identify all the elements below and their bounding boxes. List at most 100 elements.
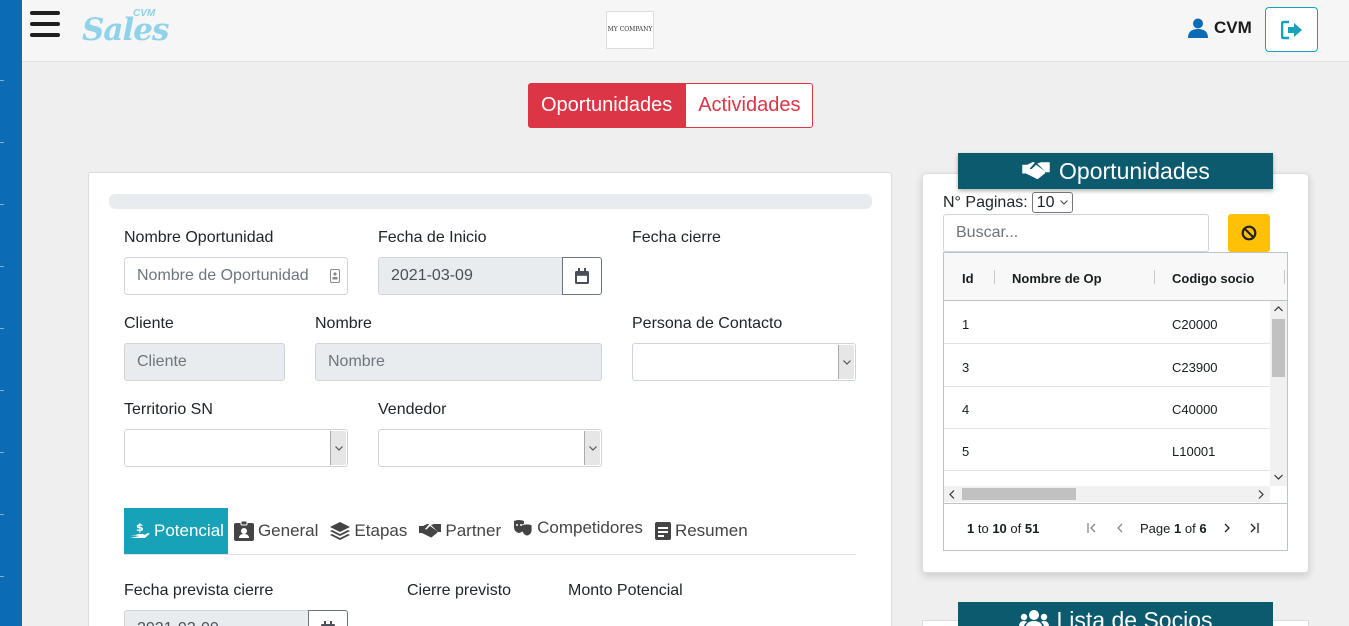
cell-codigo: L10001 <box>1172 444 1216 459</box>
users-icon <box>1018 610 1049 626</box>
vendedor-select[interactable] <box>378 429 602 467</box>
hand-holding-dollar-icon: $ <box>130 522 150 538</box>
theater-masks-icon <box>514 519 533 536</box>
top-navbar: Sales CVM MY COMPANY CVM <box>22 0 1349 62</box>
fecha-prevista-input[interactable]: 2021-03-09 <box>124 610 310 626</box>
cell-codigo: C40000 <box>1172 402 1218 417</box>
scroll-down-icon <box>1274 474 1283 480</box>
tab-general[interactable]: General <box>228 508 324 554</box>
nombre-label: Nombre <box>315 315 372 332</box>
table-pagination: 1 to 10 of 51 Page 1 of 6 <box>944 503 1287 551</box>
ban-icon <box>1241 225 1257 241</box>
table-row[interactable]: 1 C20000 <box>944 302 1270 344</box>
row-to: 10 <box>992 521 1007 536</box>
tab-potencial[interactable]: $ Potencial <box>124 507 228 554</box>
page-of-word: of <box>1184 521 1196 536</box>
detail-tabs: $ Potencial General Etapas Partner Compe… <box>124 507 856 555</box>
clear-search-button[interactable] <box>1228 214 1270 252</box>
tab-resumen-label: Resumen <box>674 520 748 540</box>
tab-partner[interactable]: Partner <box>413 508 507 554</box>
last-page-icon[interactable] <box>1249 523 1259 533</box>
page-word: Page <box>1140 521 1171 536</box>
calendar-icon <box>321 621 335 626</box>
logo-text: Sales <box>82 12 169 48</box>
monto-potencial-label: Monto Potencial <box>568 582 683 599</box>
table-row[interactable]: 4 C40000 <box>944 387 1270 429</box>
app-logo[interactable]: Sales CVM <box>82 6 169 54</box>
table-horizontal-scrollbar[interactable] <box>944 486 1270 502</box>
tab-resumen[interactable]: Resumen <box>649 508 754 554</box>
page-size-select[interactable]: 10 <box>1031 192 1074 213</box>
socios-list-header: Lista de Socios <box>958 602 1273 626</box>
table-row[interactable]: 3 C23900 <box>944 345 1270 387</box>
fecha-inicio-input[interactable]: 2021-03-09 <box>378 257 564 295</box>
progress-bar <box>109 194 872 209</box>
svg-text:$: $ <box>136 522 144 534</box>
username: CVM <box>1214 18 1252 37</box>
to-word: to <box>977 521 989 536</box>
current-page: 1 <box>1174 521 1182 536</box>
fecha-inicio-calendar-button[interactable] <box>562 257 602 295</box>
tab-competidores[interactable]: Competidores <box>507 505 649 551</box>
logo-small-text: CVM <box>133 8 156 19</box>
scroll-left-icon <box>949 490 955 499</box>
opportunities-list-title: Oportunidades <box>1059 157 1210 184</box>
cliente-label: Cliente <box>124 315 174 332</box>
vertical-scroll-thumb[interactable] <box>1272 319 1285 377</box>
nombre-oportunidad-placeholder: Nombre de Oportunidad <box>137 267 309 284</box>
column-header-nombre[interactable]: Nombre de Op <box>1012 271 1102 286</box>
cliente-input[interactable]: Cliente <box>124 343 285 381</box>
nombre-oportunidad-input[interactable]: Nombre de Oportunidad <box>124 257 348 295</box>
actividades-toggle-button[interactable]: Actividades <box>685 83 814 128</box>
scroll-up-icon <box>1274 306 1283 312</box>
socios-list-title: Lista de Socios <box>1056 606 1213 626</box>
left-sidebar-strip <box>0 0 22 626</box>
opportunities-list-header: Oportunidades <box>958 153 1273 189</box>
row-summary: 1 to 10 of 51 <box>967 521 1039 536</box>
tab-etapas[interactable]: Etapas <box>324 508 413 554</box>
territorio-select[interactable] <box>124 429 348 467</box>
column-header-codigo[interactable]: Codigo socio <box>1172 271 1254 286</box>
tab-competidores-label: Competidores <box>537 517 643 537</box>
table-vertical-scrollbar[interactable] <box>1270 301 1287 486</box>
opportunity-form-card: Nombre Oportunidad Nombre de Oportunidad… <box>88 172 892 626</box>
user-menu[interactable]: CVM <box>1188 18 1252 38</box>
fecha-cierre-label: Fecha cierre <box>632 229 721 246</box>
chevron-down-icon <box>584 431 600 465</box>
calendar-icon <box>575 268 589 284</box>
nombre-oportunidad-label: Nombre Oportunidad <box>124 229 274 246</box>
chevron-down-icon <box>1060 200 1069 205</box>
next-page-icon[interactable] <box>1223 523 1231 533</box>
cell-id: 1 <box>962 317 970 332</box>
file-alt-icon <box>654 521 671 540</box>
scroll-right-icon <box>1258 490 1264 499</box>
hamburger-menu-icon[interactable] <box>30 11 60 37</box>
company-logo: MY COMPANY <box>606 11 654 49</box>
oportunidades-toggle-button[interactable]: Oportunidades <box>528 83 686 128</box>
logout-button[interactable] <box>1265 7 1318 52</box>
cierre-previsto-label: Cierre previsto <box>407 582 512 599</box>
table-header: Id Nombre de Op Codigo socio <box>944 253 1287 301</box>
logout-icon <box>1280 20 1302 39</box>
page-summary: Page 1 of 6 <box>1140 521 1207 536</box>
table-row[interactable]: 5 L10001 <box>944 429 1270 471</box>
fecha-prevista-label: Fecha prevista cierre <box>124 582 274 599</box>
handshake-icon <box>1022 162 1050 180</box>
id-badge-icon <box>233 520 254 541</box>
nombre-input[interactable]: Nombre <box>315 343 602 381</box>
cell-codigo: C23900 <box>1172 360 1218 375</box>
persona-contacto-label: Persona de Contacto <box>632 315 783 332</box>
fecha-prevista-calendar-button[interactable] <box>308 610 348 626</box>
tab-partner-label: Partner <box>445 520 502 540</box>
persona-contacto-select[interactable] <box>632 343 856 381</box>
user-icon <box>1188 18 1208 38</box>
column-header-id[interactable]: Id <box>962 271 974 286</box>
previous-page-icon[interactable] <box>1116 523 1124 533</box>
search-input[interactable]: Buscar... <box>943 214 1209 252</box>
horizontal-scroll-thumb[interactable] <box>962 488 1076 500</box>
of-word: of <box>1010 521 1022 536</box>
tab-general-label: General <box>257 520 319 540</box>
contact-card-icon <box>330 269 340 283</box>
handshake-icon <box>419 523 442 537</box>
first-page-icon[interactable] <box>1087 523 1097 533</box>
